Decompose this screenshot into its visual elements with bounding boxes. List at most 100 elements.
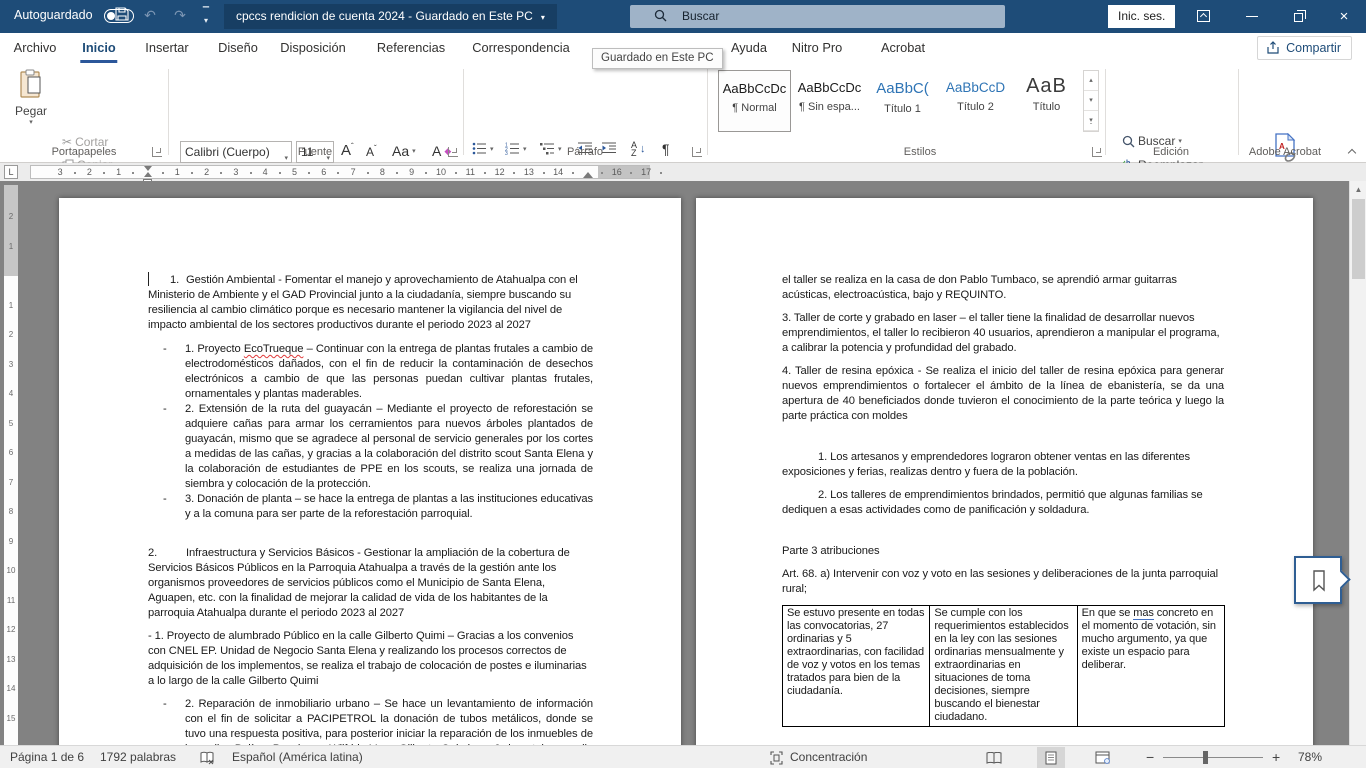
bookmark-popout[interactable] xyxy=(1294,556,1342,604)
horizontal-ruler[interactable]: 32112345678910111213141617 xyxy=(30,165,650,179)
vertical-scrollbar[interactable]: ▲ xyxy=(1349,181,1366,745)
style-titulo[interactable]: AaBTítulo xyxy=(1010,70,1083,132)
indent-marker[interactable] xyxy=(144,166,152,178)
indent-icon xyxy=(602,142,616,154)
paragraph: 2. Los talleres de emprendimientos brind… xyxy=(782,488,1224,518)
ruler-number: 4 xyxy=(4,389,18,398)
zoom-slider-track[interactable] xyxy=(1163,757,1263,758)
popout-arrow xyxy=(1332,570,1350,588)
paste-button[interactable]: Pegar ▾ xyxy=(8,69,54,157)
share-icon xyxy=(1266,41,1280,55)
list-item: 2. Extensión de la ruta del guayacán – M… xyxy=(185,402,593,492)
web-layout-button[interactable] xyxy=(1088,747,1116,768)
save-icon[interactable] xyxy=(112,7,132,24)
ribbon-display-options-button[interactable] xyxy=(1182,0,1226,33)
list-item: 1. Proyecto EcoTrueque – Continuar con l… xyxy=(185,342,593,402)
tab-archivo[interactable]: Archivo xyxy=(14,33,57,63)
read-mode-button[interactable] xyxy=(980,747,1008,768)
vertical-ruler[interactable]: 12123456789101112131415 xyxy=(4,185,18,745)
minimize-button[interactable] xyxy=(1230,0,1274,33)
tab-referencias[interactable]: Referencias xyxy=(377,33,445,63)
read-mode-icon xyxy=(986,752,1002,764)
paragraph: 3. Taller de corte y grabado en laser – … xyxy=(782,311,1224,356)
ruler-number: 2 xyxy=(87,167,92,177)
ruler-number: 1 xyxy=(175,167,180,177)
ruler-tick xyxy=(484,172,486,174)
shrink-font-button[interactable]: Aˇ xyxy=(366,144,377,159)
styles-more-icon[interactable]: ▾̱ xyxy=(1084,111,1098,131)
scrollbar-thumb[interactable] xyxy=(1352,199,1365,279)
ruler-number: 7 xyxy=(4,478,18,487)
tab-inicio[interactable]: Inicio xyxy=(82,33,115,63)
collapse-ribbon-button[interactable] xyxy=(1348,146,1358,156)
svg-text:3: 3 xyxy=(505,151,508,155)
increase-indent-button[interactable] xyxy=(602,142,616,154)
grow-font-button[interactable]: Aˆ xyxy=(341,142,354,159)
search-input[interactable]: Buscar xyxy=(630,5,1005,28)
font-family-select[interactable]: Calibri (Cuerpo)▾ xyxy=(180,141,292,163)
undo-icon[interactable]: ↶ xyxy=(140,7,160,24)
word-count[interactable]: 1792 palabras xyxy=(100,746,176,768)
style-normal[interactable]: AaBbCcDc¶ Normal xyxy=(718,70,791,132)
styles-gallery-scroll[interactable]: ▴▾▾̱ xyxy=(1083,70,1099,132)
multilevel-list-button[interactable]: ▾ xyxy=(540,142,562,155)
ruler-tick xyxy=(279,172,281,174)
paste-dropdown-icon[interactable]: ▾ xyxy=(8,118,54,126)
document-page-2[interactable]: el taller se realiza en la casa de don P… xyxy=(696,198,1313,745)
zoom-out-button[interactable]: − xyxy=(1146,746,1154,768)
ruler-number: 12 xyxy=(4,625,18,634)
paragraph: Art. 68. a) Intervenir con voz y voto en… xyxy=(782,567,1224,597)
tab-correspondencia[interactable]: Correspondencia xyxy=(472,33,569,63)
tab-ayuda[interactable]: Ayuda xyxy=(731,33,767,63)
style-titulo-2[interactable]: AaBbCcDTítulo 2 xyxy=(939,70,1012,132)
document-page-1[interactable]: 1.Gestión Ambiental - Fomentar el manejo… xyxy=(59,198,681,745)
tab-nitro-pro[interactable]: Nitro Pro xyxy=(792,33,843,63)
show-marks-button[interactable]: ¶ xyxy=(662,141,670,157)
ruler-tick xyxy=(162,172,164,174)
clipboard-dialog-launcher[interactable] xyxy=(152,147,162,157)
sort-button[interactable]: AZ↓ xyxy=(631,141,646,157)
bookmark-icon xyxy=(1311,570,1327,592)
qat-customize-icon[interactable]: ▔▾ xyxy=(196,7,216,25)
tab-diseno[interactable]: Diseño xyxy=(218,33,258,63)
close-button[interactable]: × xyxy=(1322,0,1366,33)
numbering-button[interactable]: 123▾ xyxy=(505,142,527,155)
ruler-tick xyxy=(308,172,310,174)
print-layout-button[interactable] xyxy=(1037,747,1065,768)
styles-scroll-up-icon[interactable]: ▴ xyxy=(1084,71,1098,91)
restore-button[interactable] xyxy=(1278,0,1322,33)
paragraph: - 1. Proyecto de alumbrado Público en la… xyxy=(148,629,593,689)
page-indicator[interactable]: Página 1 de 6 xyxy=(10,746,84,768)
zoom-slider-thumb[interactable] xyxy=(1203,751,1208,764)
style-titulo-1[interactable]: AaBbC(Título 1 xyxy=(866,70,939,132)
ruler-tick xyxy=(601,172,603,174)
tab-acrobat[interactable]: Acrobat xyxy=(881,33,925,63)
sign-in-button[interactable]: Inic. ses. xyxy=(1108,5,1175,28)
font-dialog-launcher[interactable] xyxy=(448,147,458,157)
list-item: 3. Donación de planta – se hace la entre… xyxy=(185,492,593,522)
right-indent-marker[interactable] xyxy=(583,172,593,178)
focus-icon[interactable] xyxy=(770,750,783,768)
paragraph-dialog-launcher[interactable] xyxy=(692,147,702,157)
ruler-number: 14 xyxy=(553,167,563,177)
ruler-row: L 32112345678910111213141617 xyxy=(0,163,1366,181)
styles-dialog-launcher[interactable] xyxy=(1092,147,1102,157)
language-indicator[interactable]: Español (América latina) xyxy=(232,746,363,768)
focus-mode-button[interactable]: Concentración xyxy=(790,746,867,768)
redo-icon[interactable]: ↷ xyxy=(170,7,190,24)
styles-scroll-down-icon[interactable]: ▾ xyxy=(1084,91,1098,111)
zoom-in-button[interactable]: + xyxy=(1272,746,1280,768)
style-sin-espaciado[interactable]: AaBbCcDc¶ Sin espa... xyxy=(793,70,866,132)
change-case-button[interactable]: Aa▾ xyxy=(392,143,416,159)
proofing-status-icon[interactable] xyxy=(200,750,215,768)
text-caret xyxy=(148,272,149,286)
zoom-level[interactable]: 78% xyxy=(1298,746,1322,768)
tab-selector[interactable]: L xyxy=(4,165,18,179)
scroll-up-icon[interactable]: ▲ xyxy=(1350,181,1366,198)
tab-disposicion[interactable]: Disposición xyxy=(280,33,345,63)
numbering-icon: 123 xyxy=(505,142,520,155)
share-button[interactable]: Compartir xyxy=(1257,36,1352,60)
bullets-button[interactable]: ▾ xyxy=(472,142,494,155)
tab-insertar[interactable]: Insertar xyxy=(145,33,188,63)
document-title[interactable]: cpccs rendicion de cuenta 2024 - Guardad… xyxy=(224,4,557,29)
